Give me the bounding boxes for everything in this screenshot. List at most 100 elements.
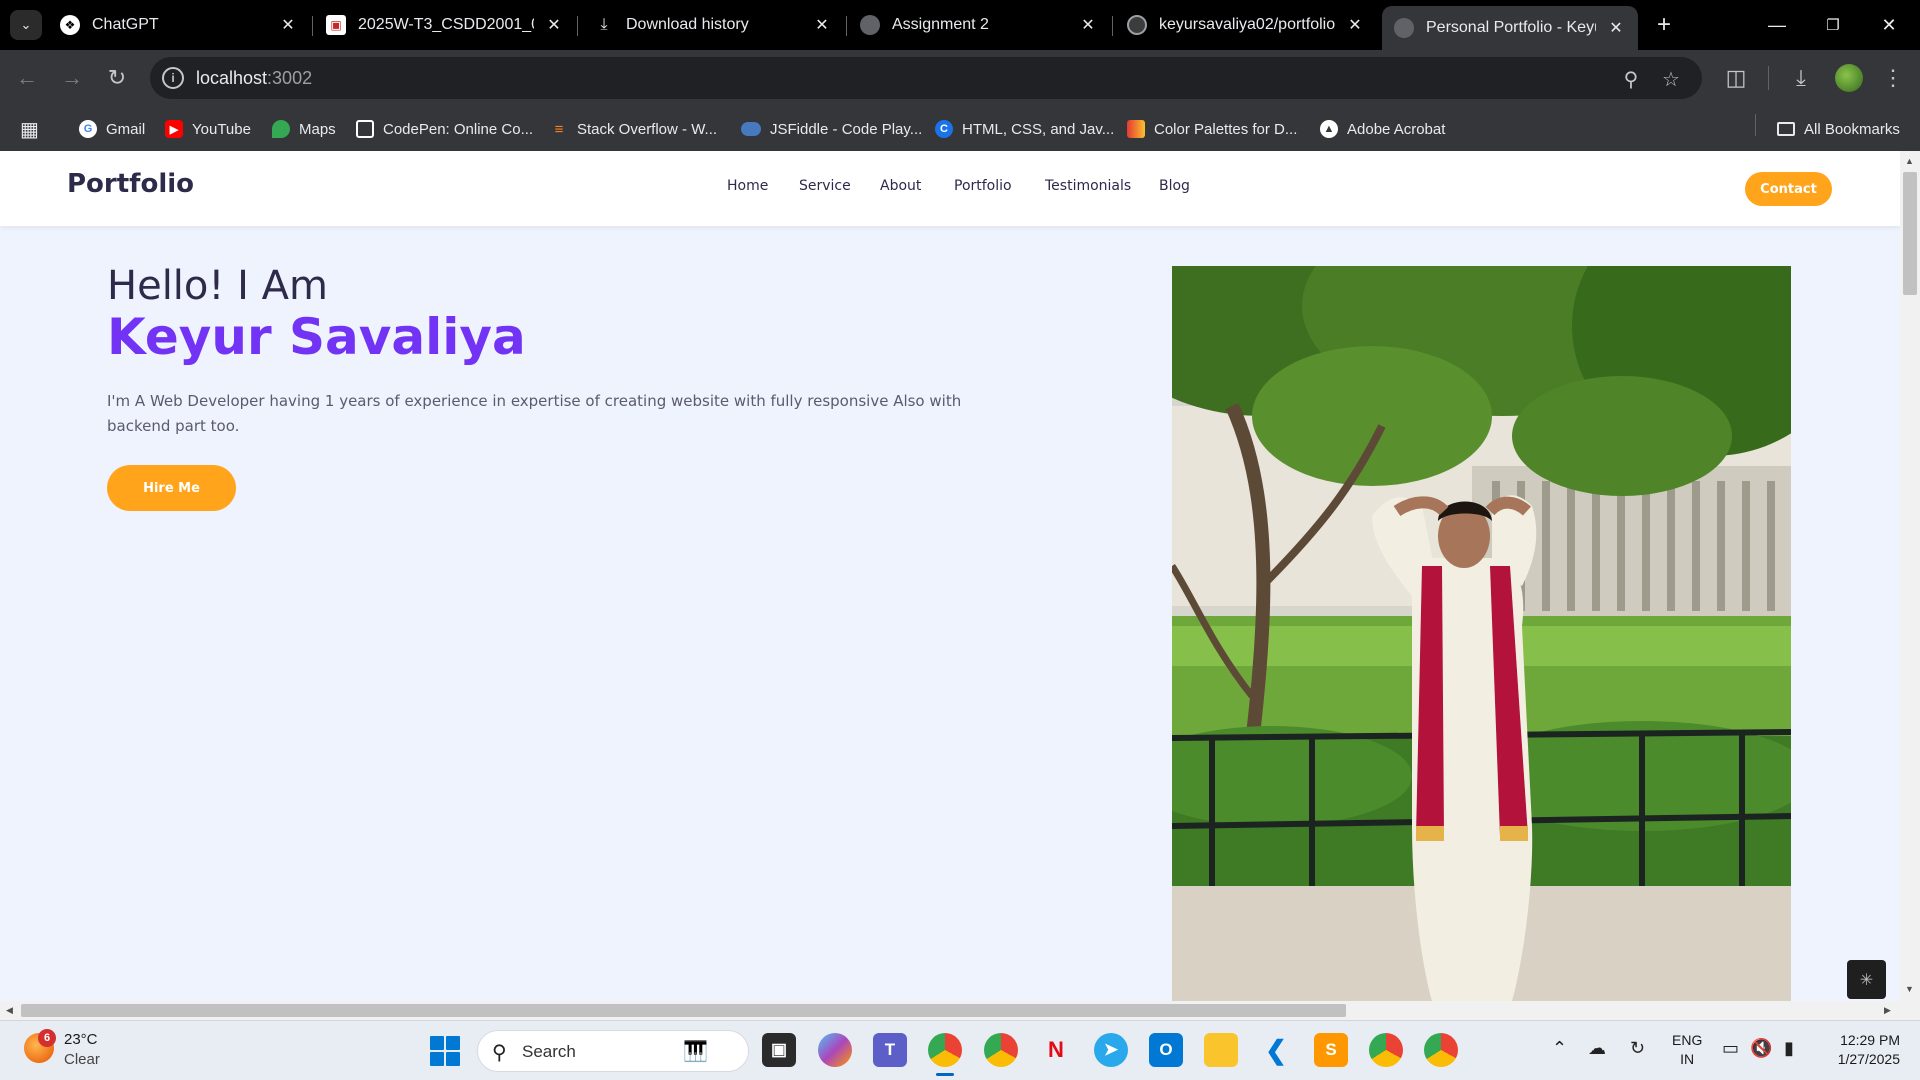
hire-me-button[interactable]: Hire Me xyxy=(107,465,236,511)
close-icon[interactable]: ✕ xyxy=(278,15,298,35)
search-highlight-icon: 🎹 xyxy=(683,1041,708,1063)
vertical-scroll-thumb[interactable] xyxy=(1903,172,1917,295)
bookmark-stackoverflow[interactable]: ≡ Stack Overflow - W... xyxy=(550,116,717,142)
apps-button[interactable]: ▦ xyxy=(20,116,39,142)
bookmark-gmail[interactable]: G Gmail xyxy=(79,116,145,142)
zoom-icon[interactable]: ⚲ xyxy=(1618,66,1644,92)
reload-button[interactable]: ↻ xyxy=(101,62,133,94)
task-view-icon[interactable]: ▣ xyxy=(762,1033,796,1067)
hero-description: I'm A Web Developer having 1 years of ex… xyxy=(107,392,962,435)
github-icon xyxy=(1127,15,1147,35)
start-button[interactable] xyxy=(430,1036,460,1066)
new-tab-button[interactable]: + xyxy=(1650,10,1678,40)
bookmark-codepen[interactable]: CodePen: Online Co... xyxy=(356,116,533,142)
system-clock[interactable]: 12:29 PM 1/27/2025 xyxy=(1820,1031,1900,1069)
minimize-button[interactable]: — xyxy=(1757,10,1797,40)
bookmark-jsfiddle[interactable]: JSFiddle - Code Play... xyxy=(741,116,922,142)
bookmark-color-palettes[interactable]: Color Palettes for D... xyxy=(1127,116,1297,142)
close-icon[interactable]: ✕ xyxy=(1078,15,1098,35)
nav-portfolio[interactable]: Portfolio xyxy=(954,178,1012,194)
search-icon: ⚲ xyxy=(492,1042,507,1064)
arrow-left-icon: ← xyxy=(16,65,38,90)
netflix-icon[interactable]: N xyxy=(1039,1033,1073,1067)
close-window-button[interactable]: ✕ xyxy=(1869,10,1909,40)
site-brand[interactable]: Portfolio xyxy=(67,169,194,199)
close-icon[interactable]: ✕ xyxy=(1606,18,1626,38)
tab-search-button[interactable]: ⌄ xyxy=(10,10,42,40)
site-info-icon[interactable]: i xyxy=(162,67,184,89)
tab-github-portfolio[interactable]: keyursavaliya02/portfolio ✕ xyxy=(1127,8,1365,42)
tab-separator xyxy=(846,16,847,36)
contact-button[interactable]: Contact xyxy=(1745,172,1832,206)
menu-button[interactable]: ⋮ xyxy=(1877,62,1909,94)
weather-temp: 23°C xyxy=(64,1031,98,1048)
copilot-icon[interactable] xyxy=(818,1033,852,1067)
taskbar-search[interactable]: ⚲ Search 🎹 xyxy=(477,1030,749,1072)
profile-photo xyxy=(1172,266,1791,1001)
nav-testimonials[interactable]: Testimonials xyxy=(1045,178,1131,194)
back-button[interactable]: ← xyxy=(11,62,43,94)
tab-csdd2001[interactable]: ▣ 2025W-T3_CSDD2001_01: A ✕ xyxy=(326,8,564,42)
scroll-up-icon[interactable]: ▲ xyxy=(1905,156,1914,166)
chrome-dev-icon[interactable] xyxy=(1369,1033,1403,1067)
nav-about[interactable]: About xyxy=(880,178,921,194)
scroll-down-icon[interactable]: ▼ xyxy=(1905,984,1914,994)
horizontal-scroll-thumb[interactable] xyxy=(21,1004,1346,1017)
tab-personal-portfolio[interactable]: Personal Portfolio - Keyur S ✕ xyxy=(1382,6,1638,50)
telegram-icon[interactable]: ➤ xyxy=(1094,1033,1128,1067)
tab-download-history[interactable]: ⤓ Download history ✕ xyxy=(594,8,832,42)
sublime-text-icon[interactable]: S xyxy=(1314,1033,1348,1067)
tab-separator xyxy=(1112,16,1113,36)
nav-home[interactable]: Home xyxy=(727,178,768,194)
palette-icon xyxy=(1127,120,1145,138)
download-icon: ⤓ xyxy=(600,16,608,33)
tab-strip: ⌄ ❖ ChatGPT ✕ ▣ 2025W-T3_CSDD2001_01: A … xyxy=(0,0,1920,50)
bookmarks-bar: ▦ G Gmail ▶ YouTube Maps CodePen: Online… xyxy=(0,106,1920,151)
bookmark-star-icon[interactable]: ☆ xyxy=(1658,66,1684,92)
kebab-menu-icon: ⋮ xyxy=(1882,65,1904,90)
bookmark-youtube[interactable]: ▶ YouTube xyxy=(165,116,251,142)
outlook-icon[interactable]: O xyxy=(1149,1033,1183,1067)
vscode-icon[interactable]: ❮ xyxy=(1259,1033,1293,1067)
onedrive-icon[interactable]: ☁ xyxy=(1588,1038,1606,1059)
url-text: localhost:3002 xyxy=(196,68,313,88)
acrobat-icon: ▲ xyxy=(1320,120,1338,138)
mute-icon[interactable]: 🔇 xyxy=(1750,1038,1772,1059)
extensions-button[interactable]: ◫ xyxy=(1720,62,1752,94)
file-explorer-icon[interactable] xyxy=(1204,1033,1238,1067)
google-icon: G xyxy=(79,120,97,138)
restore-button[interactable]: ❐ xyxy=(1813,10,1853,40)
youtube-icon: ▶ xyxy=(165,120,183,138)
downloads-button[interactable]: ⤓ xyxy=(1785,62,1817,94)
corner-widget-icon[interactable]: ✳ xyxy=(1847,960,1886,999)
forward-button[interactable]: → xyxy=(56,62,88,94)
language-indicator[interactable]: ENG IN xyxy=(1672,1031,1702,1069)
battery-icon[interactable]: ▮ xyxy=(1784,1038,1794,1059)
chrome-icon[interactable] xyxy=(928,1033,962,1067)
profile-avatar[interactable] xyxy=(1835,64,1863,92)
tab-assignment-2[interactable]: Assignment 2 ✕ xyxy=(860,8,1098,42)
chrome-profile-icon[interactable] xyxy=(984,1033,1018,1067)
address-bar[interactable]: i localhost:3002 ⚲ ☆ xyxy=(150,57,1702,99)
scroll-right-icon[interactable]: ▶ xyxy=(1884,1005,1891,1016)
tab-separator xyxy=(577,16,578,36)
scroll-left-icon[interactable]: ◀ xyxy=(6,1005,13,1016)
active-app-indicator xyxy=(936,1073,954,1076)
bookmark-html-css-js[interactable]: C HTML, CSS, and Jav... xyxy=(935,116,1114,142)
nav-service[interactable]: Service xyxy=(799,178,851,194)
bookmark-adobe-acrobat[interactable]: ▲ Adobe Acrobat xyxy=(1320,116,1445,142)
all-bookmarks[interactable]: All Bookmarks xyxy=(1777,116,1900,142)
jsfiddle-icon xyxy=(741,122,761,136)
nav-blog[interactable]: Blog xyxy=(1159,178,1190,194)
display-icon[interactable]: ▭ xyxy=(1722,1038,1739,1059)
close-icon[interactable]: ✕ xyxy=(812,15,832,35)
tab-chatgpt[interactable]: ❖ ChatGPT ✕ xyxy=(60,8,298,42)
globe-icon xyxy=(860,15,880,35)
sync-icon[interactable]: ↻ xyxy=(1630,1038,1645,1059)
close-icon[interactable]: ✕ xyxy=(544,15,564,35)
bookmark-maps[interactable]: Maps xyxy=(272,116,336,142)
chevron-up-icon[interactable]: ⌃ xyxy=(1552,1038,1567,1059)
chrome-beta-icon[interactable] xyxy=(1424,1033,1458,1067)
close-icon[interactable]: ✕ xyxy=(1345,15,1365,35)
teams-icon[interactable]: T xyxy=(873,1033,907,1067)
